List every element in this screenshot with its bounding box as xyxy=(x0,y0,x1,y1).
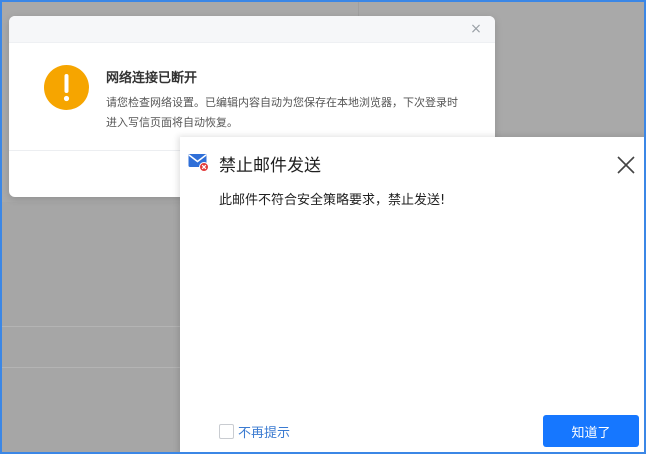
background-divider xyxy=(2,367,180,368)
close-icon[interactable] xyxy=(616,155,636,175)
dialog-message: 此邮件不符合安全策略要求，禁止发送! xyxy=(219,193,446,208)
mail-blocked-icon xyxy=(188,154,209,172)
dialog-header xyxy=(9,16,495,43)
background-panel xyxy=(2,202,180,452)
mail-blocked-dialog: 禁止邮件发送 此邮件不符合安全策略要求，禁止发送! 不再提示 知道了 xyxy=(180,137,644,452)
warning-icon xyxy=(44,65,89,110)
dialog-title: 网络连接已断开 xyxy=(106,71,198,86)
dont-remind-checkbox[interactable]: 不再提示 xyxy=(219,422,290,441)
background-divider xyxy=(2,326,180,327)
checkbox-box[interactable] xyxy=(219,423,234,439)
dialog-title: 禁止邮件发送 xyxy=(219,156,321,176)
ok-button[interactable]: 知道了 xyxy=(543,415,639,447)
app-window: × 网络连接已断开 请您检查网络设置。已编辑内容自动为您保存在本地浏览器，下次登… xyxy=(0,0,646,454)
background-divider xyxy=(358,2,359,16)
dont-remind-label[interactable]: 不再提示 xyxy=(238,422,290,441)
close-icon[interactable]: × xyxy=(469,22,483,36)
dialog-message: 请您检查网络设置。已编辑内容自动为您保存在本地浏览器，下次登录时进入写信页面将自… xyxy=(106,96,458,129)
